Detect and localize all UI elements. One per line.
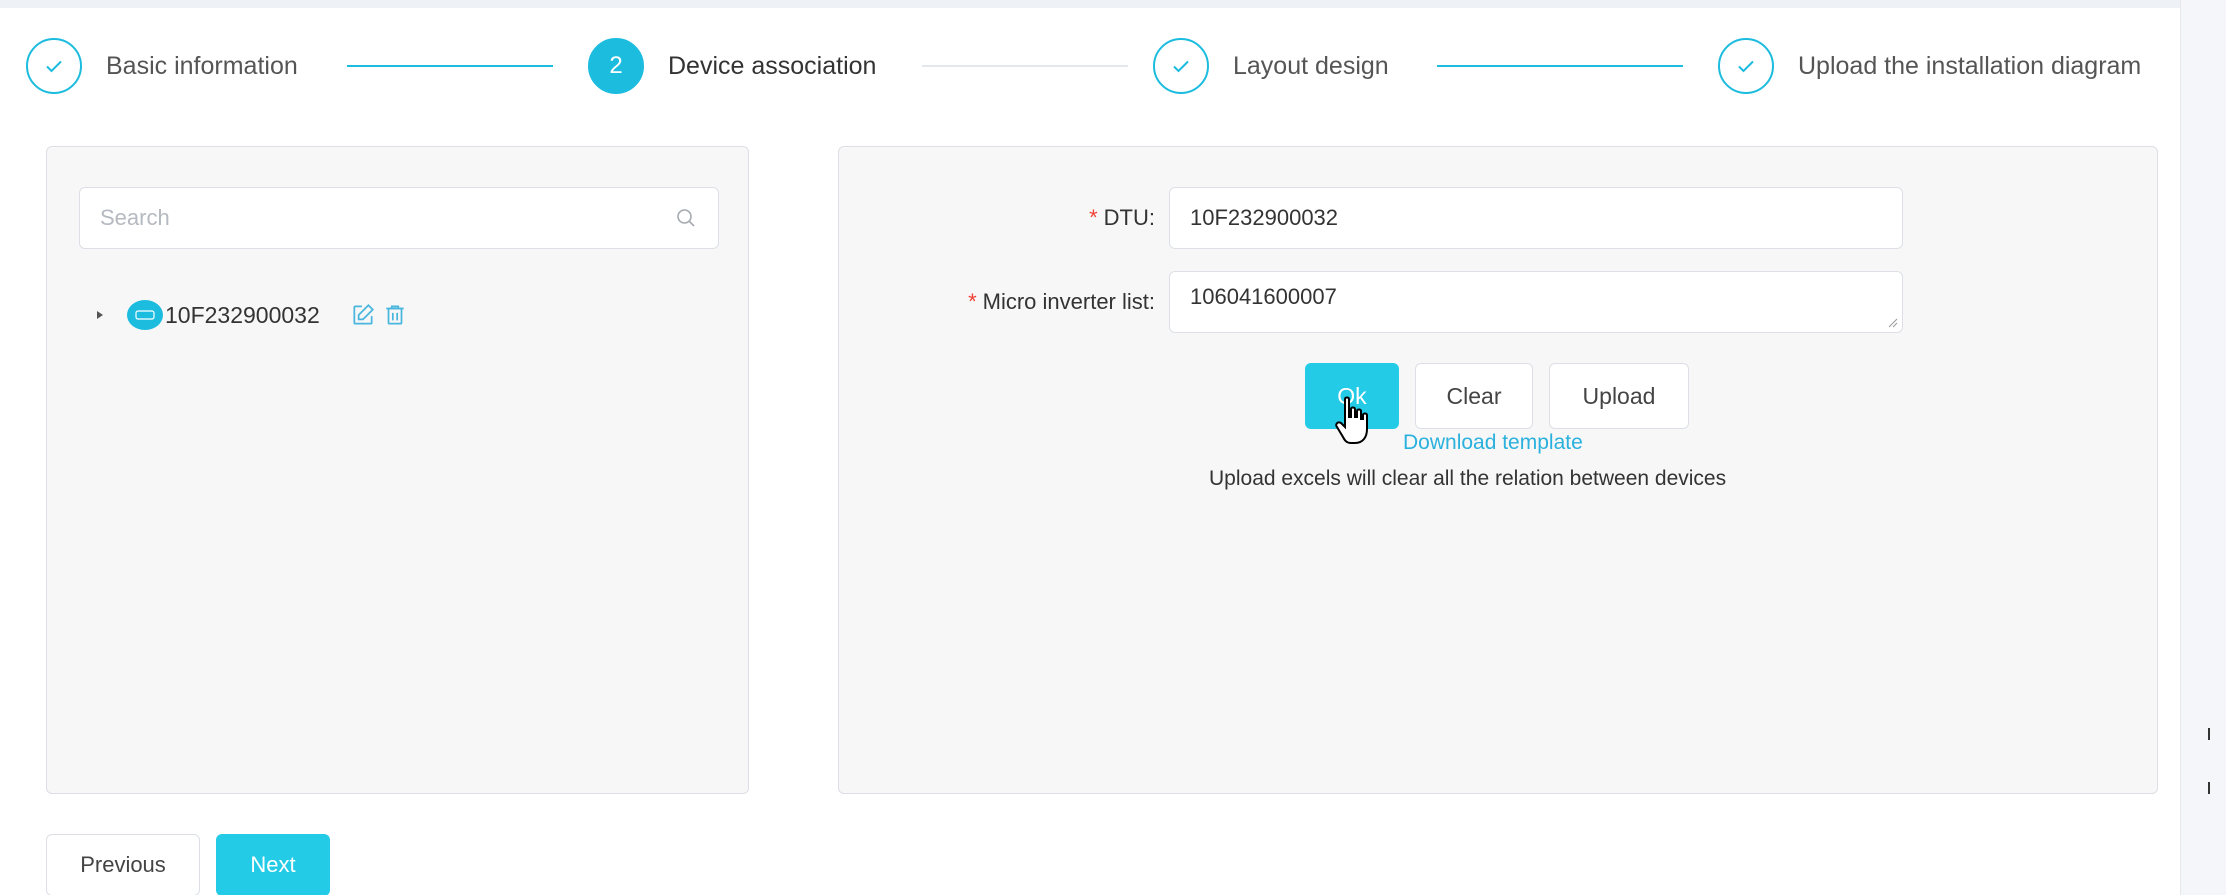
form-actions: Ok Clear Upload	[1305, 363, 1689, 429]
caret-right-icon[interactable]	[93, 308, 107, 322]
search-input[interactable]	[100, 205, 674, 231]
dtu-label: * DTU:	[839, 187, 1169, 249]
step-upload-installation-diagram[interactable]: Upload the installation diagram	[1718, 38, 2141, 94]
association-form-panel: * DTU: 10F232900032 * Micro inverter list:…	[838, 146, 2158, 794]
page: Basic information 2 Device association L…	[0, 8, 2180, 895]
check-icon	[1718, 38, 1774, 94]
search-icon[interactable]	[674, 206, 698, 230]
micro-inverter-row: * Micro inverter list: 106041600007	[839, 271, 2159, 333]
dtu-device-icon	[127, 300, 163, 330]
step-basic-information[interactable]: Basic information	[26, 38, 298, 94]
step-connector	[347, 65, 553, 67]
download-template-link[interactable]: Download template	[1403, 431, 1583, 455]
upload-warning-text: Upload excels will clear all the relatio…	[1209, 467, 1727, 490]
micro-inverter-textarea[interactable]: 106041600007	[1169, 271, 1903, 333]
step-connector	[922, 65, 1128, 67]
dtu-label-text: DTU:	[1103, 205, 1155, 230]
edit-icon[interactable]	[350, 302, 376, 328]
step-label: Device association	[668, 51, 877, 80]
device-tree-panel: 10F232900032	[46, 146, 749, 794]
micro-inverter-label: * Micro inverter list:	[839, 271, 1169, 333]
required-mark: *	[1089, 205, 1098, 230]
check-icon	[1153, 38, 1209, 94]
dtu-field[interactable]: 10F232900032	[1169, 187, 1903, 249]
tree-node[interactable]: 10F232900032	[93, 293, 408, 337]
resize-grip-icon[interactable]	[1886, 316, 1898, 328]
step-connector	[1437, 65, 1683, 67]
upload-button[interactable]: Upload	[1549, 363, 1689, 429]
step-label: Basic information	[106, 51, 298, 80]
dtu-value: 10F232900032	[1190, 205, 1339, 230]
delete-icon[interactable]	[382, 302, 408, 328]
dtu-row: * DTU: 10F232900032	[839, 187, 2159, 249]
required-mark: *	[968, 289, 977, 314]
tree-node-actions	[350, 302, 408, 328]
step-device-association[interactable]: 2 Device association	[588, 38, 876, 94]
right-gutter	[2180, 0, 2226, 895]
wizard-navigation: Previous Next	[46, 834, 330, 895]
step-number: 2	[588, 38, 644, 94]
step-label: Upload the installation diagram	[1798, 51, 2142, 80]
check-icon	[26, 38, 82, 94]
step-label: Layout design	[1233, 51, 1389, 80]
tree-node-label[interactable]: 10F232900032	[165, 302, 320, 329]
search-box	[79, 187, 719, 249]
gutter-tick	[2208, 782, 2210, 794]
micro-inverter-label-text: Micro inverter list:	[982, 289, 1155, 314]
micro-inverter-value: 106041600007	[1190, 284, 1337, 309]
ok-button[interactable]: Ok	[1305, 363, 1399, 429]
top-strip	[0, 0, 2226, 8]
stepper: Basic information 2 Device association L…	[0, 8, 2180, 118]
clear-button[interactable]: Clear	[1415, 363, 1533, 429]
step-layout-design[interactable]: Layout design	[1153, 38, 1389, 94]
gutter-tick	[2208, 728, 2210, 740]
previous-button[interactable]: Previous	[46, 834, 200, 895]
next-button[interactable]: Next	[216, 834, 330, 895]
